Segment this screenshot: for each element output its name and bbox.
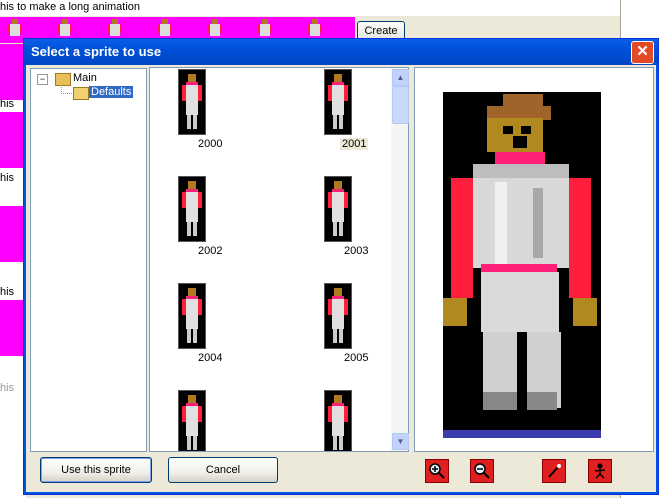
sprite-thumbnail[interactable]	[178, 390, 206, 451]
sprite-cell[interactable]: 2005	[316, 282, 392, 382]
sprite-selection-dialog: Select a sprite to use ✕ − Main Defaults…	[23, 38, 659, 495]
sprite-cell[interactable]	[316, 389, 392, 451]
sprite-thumbnail[interactable]	[324, 176, 352, 242]
tree-connector	[61, 85, 72, 94]
sprite-thumbnail[interactable]	[178, 176, 206, 242]
cancel-button[interactable]: Cancel	[168, 457, 278, 483]
row-text-fragment: his	[0, 286, 15, 298]
tree-item-defaults[interactable]: Defaults	[89, 86, 134, 98]
scrollbar-thumb[interactable]	[392, 86, 409, 124]
sprite-grid-scrollbar[interactable]: ▲ ▼	[391, 67, 409, 452]
sprite-label: 2001	[340, 138, 369, 150]
zoom-out-icon[interactable]	[470, 459, 494, 483]
scroll-up-icon[interactable]: ▲	[392, 69, 409, 86]
sprite-cell[interactable]: 2004	[170, 282, 270, 382]
dialog-title: Select a sprite to use	[31, 44, 162, 59]
sprite-label: 2002	[198, 245, 223, 257]
row-text-fragment: his	[0, 382, 15, 394]
open-folder-icon	[73, 87, 89, 100]
sprite-thumbnail[interactable]	[324, 69, 352, 135]
sprite-label: 2005	[344, 352, 369, 364]
sprite-thumbnail[interactable]	[324, 390, 352, 451]
folder-tree[interactable]: − Main Defaults	[30, 68, 147, 452]
tree-item-main[interactable]: Main	[73, 72, 97, 84]
sprite-thumbnail[interactable]	[178, 69, 206, 135]
sprite-grid[interactable]: 2000 2001 2002 2003 2004 2005	[149, 67, 393, 452]
scroll-down-icon[interactable]: ▼	[392, 433, 409, 450]
sprite-cell[interactable]	[170, 389, 270, 451]
instruction-text: his to make a long animation	[0, 1, 141, 13]
sprite-label: 2000	[198, 138, 223, 150]
sprite-cell[interactable]: 2000	[170, 68, 270, 168]
row-text-fragment: his	[0, 98, 15, 110]
dialog-titlebar[interactable]: Select a sprite to use ✕	[24, 39, 658, 65]
magic-wand-icon[interactable]	[542, 459, 566, 483]
sprite-thumbnail[interactable]	[324, 283, 352, 349]
sprite-thumbnail[interactable]	[178, 283, 206, 349]
use-sprite-button[interactable]: Use this sprite	[40, 457, 152, 483]
row-text-fragment: his	[0, 172, 15, 184]
sprite-cell[interactable]: 2003	[316, 175, 392, 275]
collapse-toggle[interactable]: −	[37, 74, 48, 85]
sprite-label: 2004	[198, 352, 223, 364]
sprite-cell[interactable]: 2001	[316, 68, 392, 168]
sprite-preview	[414, 67, 654, 452]
sprite-label: 2003	[344, 245, 369, 257]
instruction-line: his to make a long animation	[0, 0, 640, 16]
character-icon[interactable]	[588, 459, 612, 483]
zoom-in-icon[interactable]	[425, 459, 449, 483]
sprite-cell[interactable]: 2002	[170, 175, 270, 275]
close-button[interactable]: ✕	[631, 41, 654, 64]
sprite-preview-image	[443, 92, 601, 438]
frame-thumbnail[interactable]	[5, 18, 25, 42]
